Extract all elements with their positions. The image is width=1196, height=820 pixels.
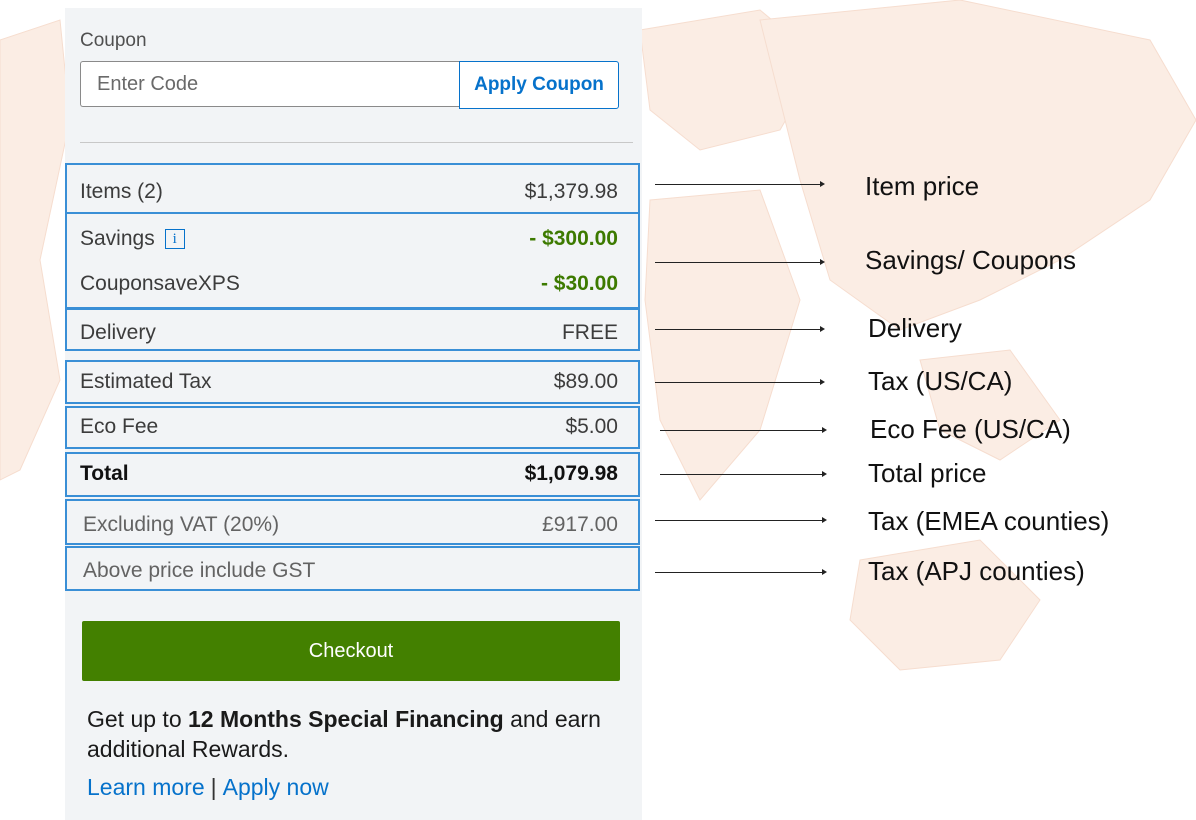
learn-more-link[interactable]: Learn more [87, 774, 205, 800]
annotation-arrow-total [660, 471, 827, 477]
vat-value: £917.00 [542, 513, 618, 536]
apply-now-link[interactable]: Apply now [223, 774, 329, 800]
annotation-savings: Savings/ Coupons [865, 245, 1077, 275]
eco-fee-value: $5.00 [565, 415, 618, 438]
savings-label: Savings [80, 227, 155, 250]
delivery-label: Delivery [80, 321, 156, 344]
annotation-arrow-item-price [655, 181, 825, 187]
annotation-tax-emea: Tax (EMEA counties) [868, 506, 1110, 536]
tax-value: $89.00 [553, 370, 618, 393]
annotation-arrow-delivery [655, 326, 825, 332]
items-value: $1,379.98 [524, 180, 618, 203]
link-separator: | [210, 774, 217, 800]
annotation-eco-fee: Eco Fee (US/CA) [870, 414, 1071, 444]
financing-message: Get up to 12 Months Special Financing an… [87, 704, 627, 764]
gst-row: Above price include GST [83, 557, 618, 585]
items-label: Items (2) [80, 180, 163, 203]
vat-label: Excluding VAT (20%) [83, 513, 280, 536]
items-row: Items (2) $1,379.98 [80, 178, 618, 206]
total-label: Total [80, 462, 129, 485]
annotation-delivery: Delivery [868, 313, 962, 343]
coupon-applied-label: CouponsaveXPS [80, 272, 240, 295]
eco-fee-row: Eco Fee $5.00 [80, 413, 618, 441]
annotation-arrow-tax [655, 379, 825, 385]
checkout-button[interactable]: Checkout [82, 621, 620, 681]
vat-row: Excluding VAT (20%) £917.00 [83, 511, 618, 539]
annotation-item-price: Item price [865, 171, 980, 201]
savings-row: Savings i - $300.00 [80, 225, 618, 253]
map-landmass-americas [0, 19, 71, 481]
annotation-total: Total price [868, 458, 987, 488]
total-row: Total $1,079.98 [80, 460, 618, 488]
financing-prefix: Get up to [87, 706, 189, 732]
annotation-arrow-vat [655, 517, 827, 523]
coupon-divider [80, 142, 633, 143]
annotation-arrow-eco-fee [660, 427, 827, 433]
annotation-arrow-gst [655, 569, 827, 575]
coupon-code-input[interactable] [80, 61, 460, 107]
annotation-tax-us: Tax (US/CA) [868, 366, 1013, 396]
map-landmass-africa [644, 189, 801, 501]
annotation-tax-apj: Tax (APJ counties) [868, 556, 1085, 586]
financing-links: Learn more | Apply now [87, 774, 329, 801]
annotation-arrow-savings [655, 259, 825, 265]
savings-value: - $300.00 [529, 227, 618, 250]
info-icon[interactable]: i [164, 229, 185, 250]
coupon-label: Coupon [80, 30, 147, 51]
gst-label: Above price include GST [83, 559, 316, 582]
order-summary-panel: Coupon Apply Coupon Items (2) $1,379.98 … [65, 8, 642, 820]
financing-highlight: 12 Months Special Financing [188, 706, 504, 732]
eco-fee-label: Eco Fee [80, 415, 159, 438]
tax-label: Estimated Tax [80, 370, 212, 393]
total-value: $1,079.98 [524, 462, 618, 485]
map-landmass-asia [759, 0, 1196, 331]
delivery-row: Delivery FREE [80, 319, 618, 347]
tax-row: Estimated Tax $89.00 [80, 368, 618, 396]
coupon-applied-value: - $30.00 [540, 272, 618, 295]
apply-coupon-button[interactable]: Apply Coupon [459, 61, 619, 109]
delivery-value: FREE [561, 321, 618, 344]
coupon-applied-row: CouponsaveXPS - $30.00 [80, 270, 618, 298]
